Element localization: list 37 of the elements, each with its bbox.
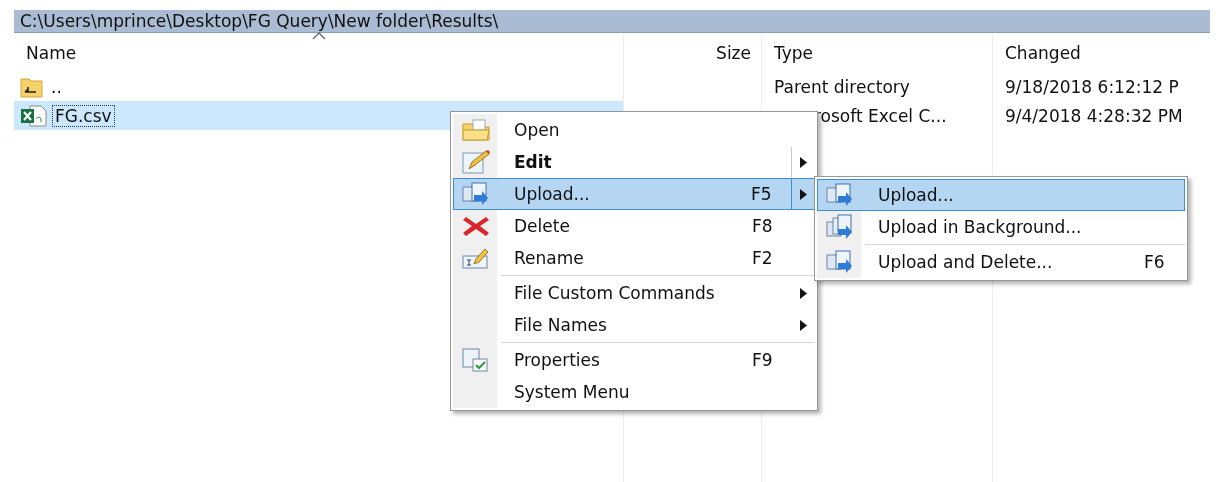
file-row[interactable]: ..: [14, 72, 623, 101]
menu-item[interactable]: Edit: [453, 146, 815, 178]
menu-item[interactable]: System Menu: [453, 376, 815, 408]
folder-icon: [461, 118, 491, 142]
submenu-arrow-icon: [799, 188, 807, 200]
upload-icon: [825, 182, 855, 208]
file-name: FG.csv: [52, 104, 115, 127]
properties-icon: [461, 347, 491, 373]
column-header[interactable]: Name: [14, 34, 623, 72]
upload-icon: [461, 181, 491, 207]
upload-icon: [825, 214, 855, 240]
modified-date: 9/18/2018 6:12:12 P: [1005, 76, 1179, 97]
column-header[interactable]: Size: [624, 34, 761, 72]
pencil-paper-icon: [461, 149, 491, 175]
submenu-arrow-icon: [799, 287, 807, 299]
submenu-arrow-icon: [799, 319, 807, 331]
menu-item[interactable]: Upload... F5: [453, 178, 815, 210]
spreadsheet-file-icon: [20, 104, 48, 127]
menu-item[interactable]: File Custom Commands: [453, 277, 815, 309]
path-bar[interactable]: C:\Users\mprince\Desktop\FG Query\New folder\Results\: [14, 10, 1210, 33]
submenu-arrow-icon: [799, 156, 807, 168]
menu-item[interactable]: Upload in Background...: [817, 211, 1185, 243]
rename-icon: [461, 246, 491, 270]
column-header[interactable]: Changed: [993, 34, 1210, 72]
delete-icon: [461, 214, 491, 238]
column-header[interactable]: Type: [762, 34, 992, 72]
file-type: Parent directory: [774, 76, 910, 97]
menu-item[interactable]: Properties F9: [453, 344, 815, 376]
upload-icon: [825, 249, 855, 275]
file-name: ..: [50, 75, 63, 98]
menu-item[interactable]: File Names: [453, 309, 815, 341]
menu-item[interactable]: Upload and Delete... F6: [817, 246, 1185, 278]
menu-item[interactable]: Upload...: [817, 179, 1185, 211]
modified-date: 9/4/2018 4:28:32 PM: [1005, 105, 1183, 126]
menu-item[interactable]: Rename F2: [453, 242, 815, 274]
parent-folder-icon: [20, 75, 44, 98]
menu-item[interactable]: Delete F8: [453, 210, 815, 242]
